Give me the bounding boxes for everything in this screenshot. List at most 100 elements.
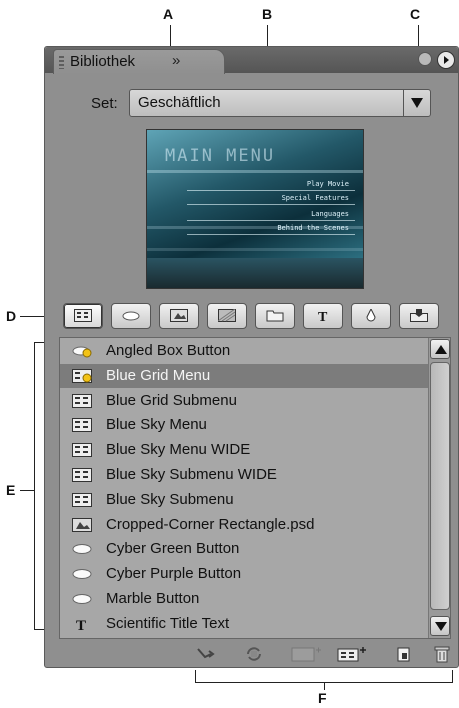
filter-submenus-button[interactable] [399, 303, 439, 329]
list-item-label: Scientific Title Text [106, 614, 230, 632]
menu-icon [72, 443, 92, 458]
preview-item-line [187, 204, 355, 205]
panel-menu-icon[interactable] [437, 51, 455, 69]
tab-close-icon[interactable]: » [172, 52, 180, 69]
button-icon [122, 311, 140, 321]
filter-buttons-button[interactable] [111, 303, 151, 329]
list-item-label: Angled Box Button [106, 342, 231, 359]
background-icon [218, 309, 236, 322]
list-item[interactable]: Cyber Green Button [60, 537, 428, 561]
library-list[interactable]: Angled Box Button Blue Grid Menu Blue Grid… [59, 337, 451, 639]
list-item[interactable]: Marble Button [60, 587, 428, 611]
replace-icon[interactable] [243, 645, 265, 663]
list-item[interactable]: Blue Grid Submenu [60, 389, 428, 413]
list-item[interactable]: Blue Grid Menu [60, 363, 428, 388]
set-dropdown[interactable]: Geschäftlich [129, 89, 431, 117]
callout-e-bracket-top [34, 342, 44, 343]
list-item-label: Blue Sky Submenu WIDE [106, 466, 277, 483]
list-item[interactable]: Blue Sky Submenu [60, 488, 428, 512]
list-item[interactable]: Blue Sky Menu WIDE [60, 438, 428, 462]
list-item-label: Blue Sky Submenu [106, 490, 234, 508]
filter-layouts-button[interactable] [255, 303, 295, 329]
list-item[interactable]: Cyber Purple Button [60, 562, 428, 586]
tab-label: Bibliothek [70, 53, 136, 70]
list-item-label: Blue Sky Menu WIDE [106, 441, 251, 459]
callout-e: E [6, 482, 16, 498]
filter-toolbar: T [63, 303, 443, 329]
image-icon [170, 309, 188, 322]
tab-library[interactable]: Bibliothek » [53, 49, 225, 74]
delete-icon[interactable] [431, 645, 453, 663]
list-item-label: Cropped-Corner Rectangle.psd [106, 515, 315, 533]
callout-e-line [20, 490, 34, 491]
collapse-icon[interactable] [418, 52, 432, 66]
dropdown-arrow-icon[interactable] [403, 90, 430, 116]
list-item-label: Marble Button [106, 590, 200, 607]
menu-icon [72, 492, 92, 507]
callout-c: C [410, 6, 421, 22]
preview-item-line [187, 220, 355, 221]
scroll-down-button[interactable] [430, 616, 450, 636]
new-submenu-icon[interactable] [337, 645, 369, 663]
text-icon: T [318, 310, 328, 322]
list-item[interactable]: Angled Box Button [60, 339, 428, 363]
callout-f-line [324, 682, 325, 690]
text-icon: T [72, 617, 92, 634]
callout-e-bracket-bottom [34, 629, 44, 630]
list-item-label: Cyber Green Button [106, 540, 240, 558]
button-icon [72, 592, 92, 606]
menu-icon [72, 468, 92, 482]
grip-icon[interactable] [59, 56, 64, 69]
list-item-label: Blue Sky Menu [106, 416, 207, 434]
place-icon[interactable] [195, 645, 217, 663]
library-panel: Bibliothek » Set: Geschäftlich MAIN MENU… [44, 46, 459, 668]
panel-bottom-toolbar [195, 643, 450, 665]
list-item[interactable]: Blue Sky Submenu WIDE [60, 463, 428, 487]
set-label: Set: [91, 95, 118, 112]
filter-text-button[interactable]: T [303, 303, 343, 329]
filter-images-button[interactable] [159, 303, 199, 329]
filter-menus-button[interactable] [63, 303, 103, 329]
filter-effects-button[interactable] [351, 303, 391, 329]
callout-e-bracket [34, 342, 35, 630]
vertical-scrollbar[interactable] [428, 338, 450, 638]
list-item-label: Blue Grid Submenu [106, 391, 237, 409]
list-item[interactable]: Blue Sky Menu [60, 413, 428, 437]
preview-menu-title: MAIN MENU [165, 146, 276, 166]
preview-thumbnail: MAIN MENU Play Movie Special Features La… [146, 129, 364, 289]
list-item-label: Cyber Purple Button [106, 565, 242, 583]
list-item[interactable]: T Scientific Title Text [60, 612, 428, 636]
list-item-label: Blue Grid Menu [106, 366, 211, 384]
menu-icon [72, 393, 92, 408]
callout-d: D [6, 308, 17, 324]
preview-item-line [187, 190, 355, 191]
scroll-up-button[interactable] [430, 339, 450, 359]
callout-b: B [262, 6, 273, 22]
effect-icon [366, 309, 376, 322]
preview-menu-item: Languages [311, 210, 349, 218]
filter-backgrounds-button[interactable] [207, 303, 247, 329]
image-icon [72, 517, 92, 532]
preview-menu-item: Behind the Scenes [277, 224, 349, 232]
menu-icon [72, 418, 92, 433]
callout-f-bracket-left [195, 670, 196, 683]
scroll-thumb[interactable] [430, 362, 450, 610]
import-icon [410, 309, 428, 322]
preview-item-line [187, 234, 355, 235]
new-item-icon[interactable] [393, 645, 415, 663]
svg-text:T: T [76, 618, 86, 631]
scroll-down-icon [435, 622, 447, 631]
callout-f: F [318, 690, 327, 706]
callout-a: A [163, 6, 174, 22]
preview-menu-item: Special Features [281, 194, 349, 202]
callout-f-bracket-right [452, 670, 453, 683]
scroll-up-icon [435, 345, 447, 354]
add-to-menu-icon[interactable] [291, 645, 323, 663]
panel-titlebar: Bibliothek » [45, 47, 458, 74]
menu-icon [74, 309, 92, 322]
preview-streak [147, 248, 363, 251]
preview-menu-item: Play Movie [306, 180, 349, 188]
list-item[interactable]: Cropped-Corner Rectangle.psd [60, 513, 428, 537]
menu-star-icon [72, 368, 92, 383]
set-value: Geschäftlich [138, 94, 221, 111]
